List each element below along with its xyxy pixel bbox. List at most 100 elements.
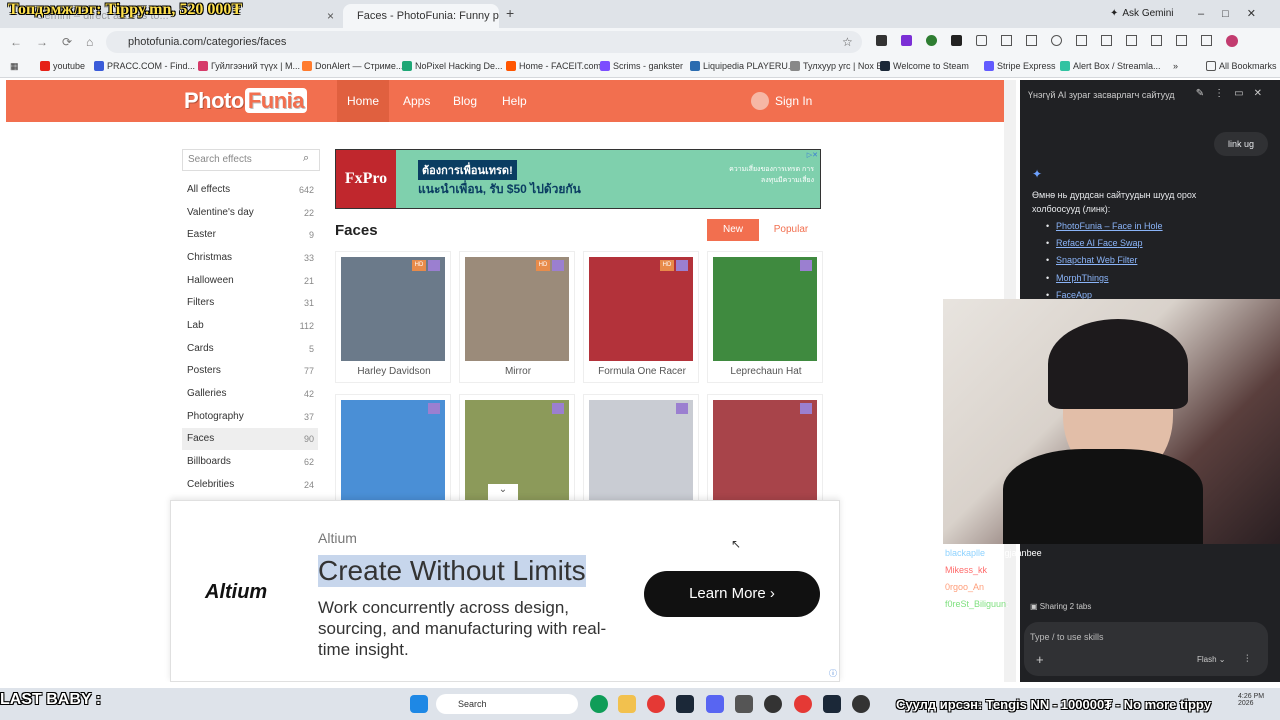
all-bookmarks[interactable]: All Bookmarks xyxy=(1206,61,1277,71)
extension-icon[interactable] xyxy=(876,35,887,46)
edge-icon[interactable] xyxy=(590,695,608,713)
bookmark-streamlabs[interactable]: Alert Box / Streamla... xyxy=(1060,61,1161,71)
nav-buttons[interactable]: ←→⟳⌂ xyxy=(10,35,107,49)
profile-avatar[interactable] xyxy=(1226,35,1238,47)
apps-grid-icon[interactable]: ▦ xyxy=(10,61,19,72)
windows-start-icon[interactable] xyxy=(410,695,428,713)
panel-controls[interactable]: ✎⋮▭✕ xyxy=(1196,88,1272,99)
nav-blog[interactable]: Blog xyxy=(443,80,487,122)
noxbot-icon xyxy=(790,61,800,71)
gemini-prompt-input[interactable] xyxy=(1024,622,1268,676)
link-morphthings[interactable]: MorphThings xyxy=(1056,273,1109,283)
bookmark-pracc[interactable]: PRACC.COM - Find... xyxy=(94,61,195,71)
extension-icon[interactable] xyxy=(951,35,962,46)
link-reface[interactable]: Reface AI Face Swap xyxy=(1056,238,1143,248)
link-photofunia[interactable]: PhotoFunia – Face in Hole xyxy=(1056,221,1163,231)
category-photography[interactable]: Photography 37 xyxy=(182,406,318,428)
print-icon[interactable] xyxy=(1101,35,1112,46)
category-halloween[interactable]: Halloween 21 xyxy=(182,270,318,292)
photofunia-logo[interactable]: Photo Funia xyxy=(184,88,307,114)
chrome-icon[interactable] xyxy=(647,695,665,713)
ad-info-icon[interactable]: ⓘ xyxy=(829,668,837,679)
search-effects-input[interactable]: Search effects xyxy=(182,149,320,171)
category-christmas[interactable]: Christmas 33 xyxy=(182,247,318,269)
tab-photofunia[interactable]: Faces - PhotoFunia: Funny pho × xyxy=(343,4,499,28)
puzzle-icon[interactable] xyxy=(976,35,987,46)
bookmark-donalert[interactable]: DonAlert — Стриме... xyxy=(302,61,403,71)
bookmark-star-icon[interactable]: ☆ xyxy=(842,35,853,49)
category-valentines[interactable]: Valentine's day 22 xyxy=(182,202,318,224)
ask-gemini-button[interactable]: ✦ Ask Gemini xyxy=(1110,8,1174,19)
menu-icon[interactable] xyxy=(1201,35,1212,46)
ad-choices-icon[interactable]: ▷✕ xyxy=(807,151,818,159)
bookmark-steam[interactable]: Welcome to Steam xyxy=(880,61,969,71)
bookmark-youtube[interactable]: youtube xyxy=(40,61,85,71)
category-faces[interactable]: Faces 90 xyxy=(182,428,318,450)
effect-card[interactable]: HD Formula One Racer xyxy=(583,251,699,383)
bookmark-noxbot[interactable]: Тулхуур угс | Nox Bot xyxy=(790,61,890,71)
category-easter[interactable]: Easter 9 xyxy=(182,224,318,246)
category-all-effects[interactable]: All effects 642 xyxy=(182,179,318,201)
extension-icon[interactable] xyxy=(901,35,912,46)
chevron-down-icon[interactable]: ⌄ xyxy=(488,484,518,500)
bookmark-nopixel[interactable]: NoPixel Hacking De... xyxy=(402,61,503,71)
category-cards[interactable]: Cards 5 xyxy=(182,338,318,360)
download-icon[interactable] xyxy=(1026,35,1037,46)
file-explorer-icon[interactable] xyxy=(618,695,636,713)
bookmark-transactions[interactable]: Гуйлгээний түүх | M... xyxy=(198,61,300,71)
altium-ad[interactable]: Altium Altium Create Without Limits Work… xyxy=(170,500,840,682)
address-bar[interactable]: photofunia.com/categories/faces xyxy=(106,31,862,53)
category-count: 22 xyxy=(303,208,314,218)
app-icon[interactable] xyxy=(852,695,870,713)
obs-icon[interactable] xyxy=(764,695,782,713)
extensions-toolbar[interactable] xyxy=(876,35,1256,49)
bookmark-gankster[interactable]: Scrims - gankster xyxy=(600,61,683,71)
chrome-active-icon[interactable] xyxy=(794,695,812,713)
category-posters[interactable]: Posters 77 xyxy=(182,360,318,382)
bookmark-liquipedia[interactable]: Liquipedia PLAYERU... xyxy=(690,61,795,71)
model-selector[interactable]: Flash ⌄ xyxy=(1197,655,1226,664)
category-lab[interactable]: Lab 112 xyxy=(182,315,318,337)
nopixel-icon xyxy=(402,61,412,71)
category-filters[interactable]: Filters 31 xyxy=(182,292,318,314)
bookmark-faceit[interactable]: Home - FACEIT.com xyxy=(506,61,601,71)
translate-icon[interactable] xyxy=(1176,35,1187,46)
effect-card[interactable]: HD Harley Davidson xyxy=(335,251,451,383)
learn-more-button[interactable]: Learn More › xyxy=(644,571,820,617)
more-bookmarks-icon[interactable]: » xyxy=(1173,61,1178,71)
microphone-icon[interactable]: ⫶ xyxy=(1246,654,1249,665)
delete-icon[interactable] xyxy=(1076,35,1087,46)
steam-icon[interactable] xyxy=(676,695,694,713)
bookmark-stripe[interactable]: Stripe Express xyxy=(984,61,1056,71)
taskbar-search[interactable]: Search xyxy=(436,694,578,714)
link-icon[interactable] xyxy=(1151,35,1162,46)
sort-popular-button[interactable]: Popular xyxy=(765,219,817,241)
taskbar-clock[interactable]: 4:26 PM 2026 xyxy=(1238,693,1264,707)
new-tab-button[interactable]: + xyxy=(506,5,514,21)
discord-icon[interactable] xyxy=(706,695,724,713)
link-snapchat[interactable]: Snapchat Web Filter xyxy=(1056,255,1137,265)
fxpro-ad-banner[interactable]: FxPro ต้องการเพื่อนเทรด! แนะนำเพื่อน, รั… xyxy=(335,149,821,209)
close-icon[interactable]: × xyxy=(327,9,334,23)
nav-help[interactable]: Help xyxy=(492,80,537,122)
sort-new-button[interactable]: New xyxy=(707,219,759,241)
add-icon[interactable]: + xyxy=(1036,652,1044,667)
nav-apps[interactable]: Apps xyxy=(393,80,440,122)
category-celebrities[interactable]: Celebrities 24 xyxy=(182,474,318,496)
calculator-icon[interactable] xyxy=(735,695,753,713)
sign-in-link[interactable]: Sign In xyxy=(751,92,812,110)
steam-secondary-icon[interactable] xyxy=(823,695,841,713)
extension-icon[interactable] xyxy=(926,35,937,46)
nav-home[interactable]: Home xyxy=(337,80,390,122)
history-icon[interactable] xyxy=(1051,35,1062,46)
window-controls[interactable]: –□✕ xyxy=(1198,7,1274,20)
effect-card[interactable]: HD Mirror xyxy=(459,251,575,383)
bookmark-icon[interactable] xyxy=(1001,35,1012,46)
category-galleries[interactable]: Galleries 42 xyxy=(182,383,318,405)
ad-subline: แนะนำเพื่อน, รับ $50 ไปด้วยกัน xyxy=(418,182,581,196)
category-billboards[interactable]: Billboards 62 xyxy=(182,451,318,473)
cast-icon[interactable] xyxy=(1126,35,1137,46)
effect-card[interactable]: Leprechaun Hat xyxy=(707,251,823,383)
search-icon[interactable]: ⌕ xyxy=(303,152,309,165)
category-label: Christmas xyxy=(187,252,233,263)
